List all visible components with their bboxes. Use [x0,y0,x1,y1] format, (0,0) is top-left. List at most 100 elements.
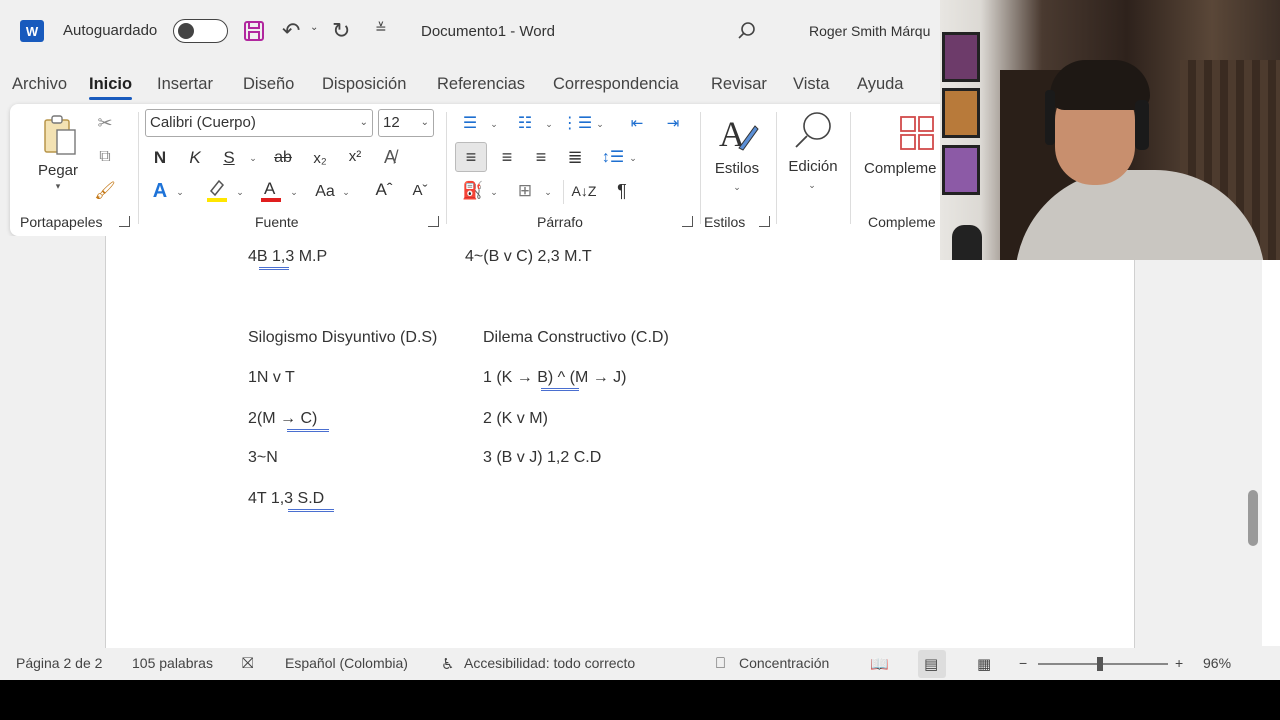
change-case-button[interactable]: Aa [310,180,340,204]
accessibility-icon[interactable]: ♿ [441,655,454,673]
tab-inicio[interactable]: Inicio [89,70,133,100]
word-count[interactable]: 105 palabras [132,655,213,671]
bullets-dropdown-icon[interactable]: ⌄ [488,116,500,132]
text-effects-dropdown-icon[interactable]: ⌄ [174,184,186,200]
redo-icon[interactable]: ↻ [332,18,350,44]
shrink-font-button[interactable]: Aˇ [408,178,432,202]
underline-dropdown-icon[interactable]: ⌄ [246,148,260,168]
font-color-dropdown-icon[interactable]: ⌄ [288,184,300,200]
print-layout-icon[interactable]: ▤ [924,655,938,673]
font-launcher-icon[interactable] [428,216,439,227]
shading-icon[interactable]: ⛽ [460,178,486,204]
tab-disposicion[interactable]: Disposición [322,70,406,100]
ribbon-tabs: Archivo Inicio Insertar Diseño Disposici… [0,70,940,100]
paste-icon[interactable] [40,114,80,158]
line-spacing-dropdown-icon[interactable]: ⌄ [627,150,639,166]
vertical-scrollbar[interactable] [1262,236,1280,646]
undo-dropdown-icon[interactable]: ⌄ [310,22,318,33]
addins-label[interactable]: Compleme [864,158,950,178]
tab-ayuda[interactable]: Ayuda [857,70,904,100]
borders-dropdown-icon[interactable]: ⌄ [542,184,554,200]
clear-formatting-icon[interactable]: A̸ [378,144,402,170]
proofing-icon[interactable]: ⛝ [242,655,253,672]
editing-search-icon[interactable] [790,110,836,154]
align-left-button[interactable]: ≡ [455,142,487,172]
page-count[interactable]: Página 2 de 2 [16,655,102,671]
zoom-slider-thumb[interactable] [1097,657,1103,671]
styles-label[interactable]: Estilos [710,158,764,178]
superscript-button[interactable]: x² [343,144,367,168]
user-name[interactable]: Roger Smith Márqu [809,23,930,39]
highlight-icon[interactable] [204,176,230,204]
zoom-slider[interactable] [1038,663,1168,665]
sort-icon[interactable]: A↓Z [570,178,598,204]
tab-diseno[interactable]: Diseño [243,70,294,100]
word-window: W Autoguardado ↶ ⌄ ↻ ≚ Documento1 - Word… [0,0,1280,680]
styles-launcher-icon[interactable] [759,216,770,227]
italic-button[interactable]: K [185,146,205,170]
language[interactable]: Español (Colombia) [285,655,408,671]
text-effects-icon[interactable]: A [148,178,172,204]
underline-button[interactable]: S [219,146,239,170]
align-right-icon[interactable]: ≡ [526,142,556,172]
strikethrough-button[interactable]: ab [270,146,296,170]
zoom-out-button[interactable]: − [1019,655,1027,671]
copy-icon[interactable]: ⧉ [94,146,116,168]
paste-dropdown-icon[interactable]: ▾ [50,180,66,192]
wall-picture [942,32,980,82]
tab-revisar[interactable]: Revisar [711,70,767,100]
tab-correspondencia[interactable]: Correspondencia [553,70,679,100]
decrease-indent-icon[interactable]: ⇤ [624,112,650,134]
show-marks-button[interactable]: ¶ [610,178,634,204]
tab-insertar[interactable]: Insertar [157,70,213,100]
undo-icon[interactable]: ↶ [282,18,300,44]
customize-qat-icon[interactable]: ≚ [375,20,387,37]
tab-referencias[interactable]: Referencias [437,70,525,100]
bullets-icon[interactable]: ☰ [458,112,482,134]
highlight-dropdown-icon[interactable]: ⌄ [234,184,246,200]
numbering-dropdown-icon[interactable]: ⌄ [543,116,555,132]
focus-mode-button[interactable]: Concentración [739,655,829,671]
zoom-in-button[interactable]: + [1175,655,1183,671]
format-painter-icon[interactable]: 🖌 [94,180,116,202]
tab-vista[interactable]: Vista [793,70,829,100]
autosave-toggle[interactable] [173,19,228,43]
line-spacing-icon[interactable]: ↕☰ [598,142,628,172]
justify-icon[interactable]: ≣ [560,142,590,172]
shading-dropdown-icon[interactable]: ⌄ [488,184,500,200]
focus-icon[interactable]: ⎕ [716,655,725,672]
numbering-icon[interactable]: ☷ [513,112,537,134]
search-icon[interactable] [736,20,758,42]
bold-button[interactable]: N [150,146,170,170]
tab-archivo[interactable]: Archivo [12,70,67,100]
paragraph-launcher-icon[interactable] [682,216,693,227]
editing-dropdown-icon[interactable]: ⌄ [805,178,819,192]
document-page[interactable]: 4B 1,3 M.P 4~(B v C) 2,3 M.T Silogismo D… [105,236,1135,648]
grow-font-button[interactable]: Aˆ [372,178,396,202]
paste-label[interactable]: Pegar [38,160,78,180]
addins-icon[interactable] [898,114,936,152]
cut-icon[interactable]: ✂ [94,112,116,134]
align-center-icon[interactable]: ≡ [492,142,522,172]
web-layout-icon[interactable]: ▦ [977,655,991,673]
styles-icon[interactable]: A [714,112,760,158]
accessibility-status[interactable]: Accesibilidad: todo correcto [464,655,635,671]
svg-text:A: A [264,179,276,198]
read-mode-icon[interactable]: 📖 [870,655,889,673]
change-case-dropdown-icon[interactable]: ⌄ [340,184,352,200]
increase-indent-icon[interactable]: ⇥ [660,112,686,134]
subscript-button[interactable]: x₂ [308,146,332,170]
clipboard-launcher-icon[interactable] [119,216,130,227]
editing-label[interactable]: Edición [784,156,842,176]
save-icon[interactable] [243,20,265,42]
zoom-level[interactable]: 96% [1203,655,1231,671]
multilevel-dropdown-icon[interactable]: ⌄ [594,116,606,132]
borders-icon[interactable]: ⊞ [512,178,538,204]
font-size-select[interactable]: 12 ⌄ [378,109,434,137]
font-color-icon[interactable]: A [258,176,284,204]
styles-dropdown-icon[interactable]: ⌄ [730,180,744,194]
autosave-label: Autoguardado [63,22,158,39]
scrollbar-thumb[interactable] [1248,490,1258,546]
font-name-select[interactable]: Calibri (Cuerpo) ⌄ [145,109,373,137]
multilevel-list-icon[interactable]: ⋮☰ [562,112,592,134]
